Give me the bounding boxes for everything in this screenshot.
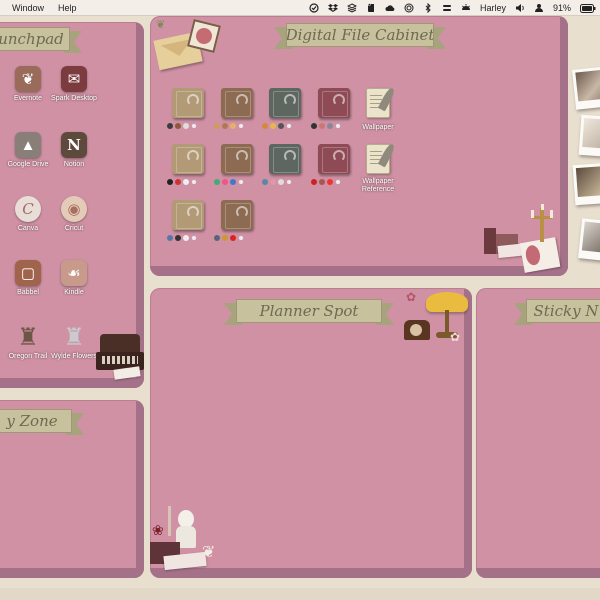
folder-tag-icons (262, 122, 292, 131)
folder-icon[interactable] (269, 88, 301, 118)
evernote-icon: ❦ (15, 66, 41, 92)
books-candelabra-decoration (484, 204, 564, 276)
file-cabinet-title: Digital File Cabinet (286, 23, 434, 47)
folder-icon[interactable] (318, 88, 350, 118)
planner-banner: Planner Spot (224, 298, 394, 325)
folder-icon[interactable] (318, 144, 350, 174)
typewriter-decoration (96, 330, 144, 380)
app-label: Kindle (64, 289, 84, 296)
wallpaper-reference-folder-icon[interactable] (366, 142, 397, 174)
envelope-decoration: ❦ (153, 18, 224, 72)
folder-icon[interactable] (172, 200, 204, 230)
app-label: Google Drive (7, 161, 49, 168)
notion-icon: N (61, 132, 87, 158)
folder-icon[interactable] (269, 144, 301, 174)
cozy-zone-banner: y Zone (0, 408, 84, 435)
launchpad-banner: unchpad (0, 26, 82, 53)
lamp-telephone-decoration: ✿ ✿ (400, 288, 472, 348)
sticky-notes-panel (476, 288, 600, 578)
folder-tag-icons (167, 178, 197, 187)
photo-polaroid (572, 66, 600, 110)
folder-tag-icons (214, 122, 244, 131)
kindle-icon: ☙ (61, 260, 87, 286)
chess-rook-icon: ♜ (63, 323, 85, 351)
folder-icon[interactable] (172, 88, 204, 118)
app-kindle[interactable]: ☙ Kindle (46, 260, 102, 297)
user-icon[interactable] (534, 3, 544, 13)
brightness-icon[interactable] (461, 3, 471, 13)
battery-percent: 91% (552, 3, 571, 13)
cozy-zone-title: y Zone (0, 409, 72, 433)
folder-tag-icons (262, 178, 292, 187)
photo-polaroid (578, 218, 600, 262)
wallpaper-folder-icon[interactable] (366, 86, 397, 118)
canva-icon: C (15, 196, 41, 222)
babbel-icon: ▢ (15, 260, 41, 286)
airplay-icon[interactable] (404, 3, 414, 13)
google-drive-icon: ▲ (15, 132, 41, 158)
photo-polaroid (572, 162, 600, 206)
folder-icon[interactable] (221, 200, 253, 230)
dropbox-icon[interactable] (327, 3, 338, 13)
folder-tag-icons (214, 178, 244, 187)
battery-icon[interactable] (580, 3, 596, 13)
photo-polaroid (578, 114, 600, 158)
panel-shadow (476, 568, 600, 578)
folder-tag-icons (214, 234, 244, 243)
launchpad-title: unchpad (0, 27, 70, 51)
bluetooth-icon[interactable] (423, 3, 433, 13)
desktop-bottom-edge (0, 588, 600, 600)
app-label: Wylde Flowers (51, 353, 97, 360)
layers-icon[interactable] (346, 3, 357, 13)
evernote-menubar-icon[interactable] (366, 3, 376, 13)
chess-rook-icon: ♜ (17, 323, 39, 351)
panel-shadow (0, 568, 144, 578)
menu-bar: Window Help Harley 91% (0, 0, 600, 16)
folder-icon[interactable] (221, 88, 253, 118)
app-cricut[interactable]: ◉ Cricut (46, 196, 102, 233)
wallpaper-label[interactable]: Wallpaper (354, 124, 402, 132)
username[interactable]: Harley (480, 3, 506, 13)
volume-icon[interactable] (515, 3, 525, 13)
panel-shadow (0, 378, 144, 388)
app-label: Spark Desktop (51, 95, 97, 102)
wallpaper-reference-label[interactable]: Wallpaper Reference (354, 178, 402, 194)
sticky-notes-banner: Sticky N (514, 298, 600, 325)
control-center-icon[interactable] (442, 3, 452, 13)
folder-tag-icons (311, 122, 341, 131)
folder-tag-icons (311, 178, 341, 187)
app-label: Oregon Trail (8, 353, 48, 360)
app-notion[interactable]: N Notion (46, 132, 102, 169)
panel-shadow (136, 400, 144, 578)
planner-title: Planner Spot (236, 299, 382, 323)
app-label: Canva (17, 225, 39, 232)
folder-icon[interactable] (221, 144, 253, 174)
cricut-icon: ◉ (61, 196, 87, 222)
spark-icon: ✉ (61, 66, 87, 92)
cloud-icon[interactable] (385, 3, 395, 13)
file-cabinet-banner: Digital File Cabinet (274, 22, 446, 49)
folder-tag-icons (167, 122, 197, 131)
menu-help[interactable]: Help (58, 3, 77, 13)
app-wylde-flowers[interactable]: ♜ Wylde Flowers (46, 324, 102, 361)
app-label: Babbel (17, 289, 39, 296)
app-label: Evernote (13, 95, 43, 102)
statue-roses-decoration: ❀ ❦ (150, 506, 230, 578)
checkmark-circle-icon[interactable] (309, 3, 319, 13)
app-spark-desktop[interactable]: ✉ Spark Desktop (46, 66, 102, 103)
menu-window[interactable]: Window (12, 3, 44, 13)
folder-tag-icons (167, 234, 197, 243)
sticky-notes-title: Sticky N (526, 299, 600, 323)
folder-icon[interactable] (172, 144, 204, 174)
app-label: Notion (63, 161, 85, 168)
app-label: Cricut (64, 225, 84, 232)
